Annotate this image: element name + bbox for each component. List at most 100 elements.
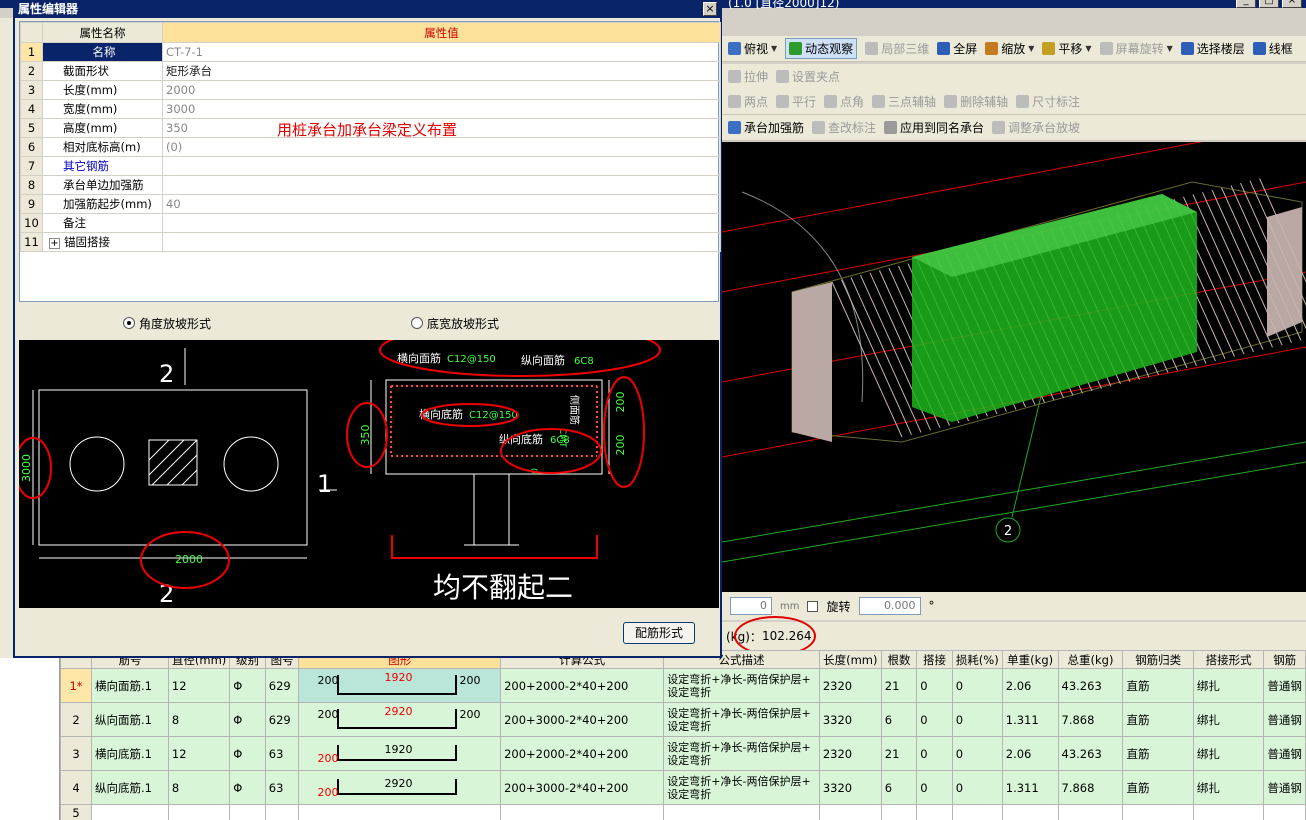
tool-label: 两点: [744, 95, 769, 109]
rebar-form-button[interactable]: 配筋形式: [623, 622, 695, 644]
3d-scene: 2: [722, 142, 1306, 563]
offset-input[interactable]: 0: [730, 597, 772, 615]
property-row[interactable]: 6 相对底标高(m) (0): [20, 137, 721, 157]
tool-label: 查改标注: [828, 121, 877, 135]
table-row[interactable]: 1* 横向面筋.1 12 Φ 629 200 1920 200 200+2000-2*40+20…: [60, 668, 1306, 703]
shape-cell: 200 1920: [298, 736, 502, 771]
table-row[interactable]: 4 纵向底筋.1 8 Φ 63 200 2920 200+3000-2*40+200 设定弯折+…: [60, 770, 1306, 805]
property-row[interactable]: 7 其它钢筋: [20, 156, 721, 176]
tool-fullscreen-button[interactable]: 全屏: [937, 40, 977, 57]
row-number: 7: [20, 156, 43, 176]
cell-loss: 0: [951, 668, 1003, 703]
property-name: 长度(mm): [42, 80, 163, 100]
property-value[interactable]: 3000: [162, 99, 721, 119]
side-spec: CMT: [557, 428, 567, 448]
property-value[interactable]: [162, 213, 721, 233]
property-value[interactable]: (0): [162, 137, 721, 157]
tool-rotate-button[interactable]: 屏幕旋转 ▼: [1099, 40, 1173, 57]
tool-apply-same-button[interactable]: 应用到同名承台: [884, 119, 984, 136]
three-point-axis-icon: [872, 95, 886, 108]
wireframe-icon: [1252, 42, 1266, 55]
cell-grade: [229, 804, 266, 820]
tool-zoom-button[interactable]: 缩放 ▼: [985, 40, 1034, 57]
tool-view-button[interactable]: 俯视 ▼: [728, 40, 777, 57]
table-row[interactable]: 2 纵向面筋.1 8 Φ 629 200 2920 200 200+3000-2*40+200 设…: [60, 702, 1306, 737]
property-value[interactable]: 2000: [162, 80, 721, 100]
bar-shape: 200 1920 200: [300, 671, 496, 701]
slope-mode-group: 角度放坡形式 底宽放坡形式: [19, 311, 719, 335]
corner-cell: [20, 22, 43, 43]
pile-right: [223, 436, 279, 492]
cell-count: 21: [880, 736, 918, 771]
property-row[interactable]: 1 名称 CT-7-1: [20, 42, 721, 62]
rotate-input[interactable]: 0.000: [858, 597, 921, 615]
close-window-button[interactable]: ×: [1282, 0, 1302, 8]
property-row[interactable]: 3 长度(mm) 2000: [20, 80, 721, 100]
tool-stretch-button[interactable]: 拉伸: [728, 68, 768, 85]
tool-two-point-button[interactable]: 两点: [728, 93, 768, 110]
shape-left-dim: 200: [317, 673, 339, 687]
3d-viewport[interactable]: 2: [722, 142, 1306, 592]
radio-width-slope[interactable]: 底宽放坡形式: [411, 315, 499, 332]
long-top-label: 纵向面筋: [521, 353, 565, 367]
tool-floor-button[interactable]: 选择楼层: [1180, 40, 1245, 57]
property-row[interactable]: 9 加强筋起步(mm) 40: [20, 194, 721, 214]
expand-icon[interactable]: +: [49, 238, 60, 249]
formula-desc: 设定弯折+净长-两倍保护层+ 设定弯折: [663, 668, 820, 703]
table-row[interactable]: 3 横向底筋.1 12 Φ 63 200 1920 200+2000-2*40+200 设定弯折…: [60, 736, 1306, 771]
property-name: 相对底标高(m): [42, 137, 163, 157]
property-row[interactable]: 10 备注: [20, 213, 721, 233]
tool-slope-button[interactable]: 调整承台放坡: [992, 119, 1080, 136]
cell-unit_w: 2.06: [1001, 736, 1059, 771]
property-name-text: 名称: [92, 45, 116, 59]
property-value[interactable]: 矩形承台: [162, 61, 721, 81]
cell-total_w: 7.868: [1057, 770, 1124, 805]
property-value[interactable]: 40: [162, 194, 721, 214]
shape-left-dim: 200: [317, 785, 339, 799]
cap-drawing-svg: 2 1 2 2000 3000 横向面筋 C12@150 纵向面筋 6C8 横向…: [19, 340, 661, 608]
property-row[interactable]: 8 承台单边加强筋: [20, 175, 721, 195]
table-row[interactable]: 5: [60, 804, 1306, 820]
tool-label: 俯视: [744, 42, 769, 56]
tool-delete-axis-button[interactable]: 删除辅轴: [944, 93, 1008, 110]
annotation-note: 用桩承台加承台梁定义布置: [277, 121, 458, 139]
property-row[interactable]: 2 截面形状 矩形承台: [20, 61, 721, 81]
tool-edit-label-button[interactable]: 查改标注: [812, 119, 876, 136]
tool-point-angle-button[interactable]: 点角: [824, 93, 864, 110]
tool-orbit-button[interactable]: 动态观察: [785, 38, 858, 59]
stretch-icon: [728, 70, 741, 83]
cell-formula: 200+3000-2*40+200: [500, 702, 665, 737]
property-value[interactable]: [162, 232, 721, 252]
tool-parallel-button[interactable]: 平行: [776, 93, 816, 110]
cell-loss: 0: [951, 702, 1003, 737]
property-row[interactable]: 4 宽度(mm) 3000: [20, 99, 721, 119]
property-value[interactable]: CT-7-1: [162, 42, 721, 62]
row-number: 3: [60, 736, 93, 771]
tool-wireframe-button[interactable]: 线框: [1252, 40, 1293, 57]
tool-label: 线框: [1268, 42, 1293, 56]
tool-label: 平行: [792, 95, 817, 109]
cell-name: [91, 804, 169, 820]
minimize-button[interactable]: _: [1236, 0, 1256, 8]
tool-dimension-button[interactable]: 尺寸标注: [1016, 93, 1080, 110]
formula-desc: 设定弯折+净长-两倍保护层+ 设定弯折: [663, 702, 820, 737]
rotate-checkbox[interactable]: [807, 600, 819, 612]
cell-name: 横向底筋.1: [91, 736, 169, 771]
note-big: 均不翻起二: [433, 571, 573, 604]
tool-pan-button[interactable]: 平移 ▼: [1042, 40, 1092, 57]
tool-grip-button[interactable]: 设置夹点: [776, 68, 840, 85]
radio-angle-slope[interactable]: 角度放坡形式: [123, 315, 211, 332]
property-value[interactable]: [162, 156, 721, 176]
maximize-button[interactable]: □: [1259, 0, 1279, 8]
property-row[interactable]: 11 + 锚固搭接: [20, 232, 721, 252]
tool-local-3d-button[interactable]: 局部三维: [865, 40, 929, 57]
dialog-close-button[interactable]: ×: [703, 2, 717, 16]
cell-type: 普通钢: [1263, 702, 1306, 737]
tool-reinforce-button[interactable]: 承台加强筋: [728, 119, 804, 136]
shape-mid-dim: 1920: [384, 742, 413, 756]
plan-outline: [38, 389, 308, 546]
property-name-text: 高度(mm): [63, 121, 118, 135]
property-value[interactable]: [162, 175, 721, 195]
tool-three-point-axis-button[interactable]: 三点辅轴: [872, 93, 936, 110]
dimension-icon: [1016, 95, 1030, 108]
